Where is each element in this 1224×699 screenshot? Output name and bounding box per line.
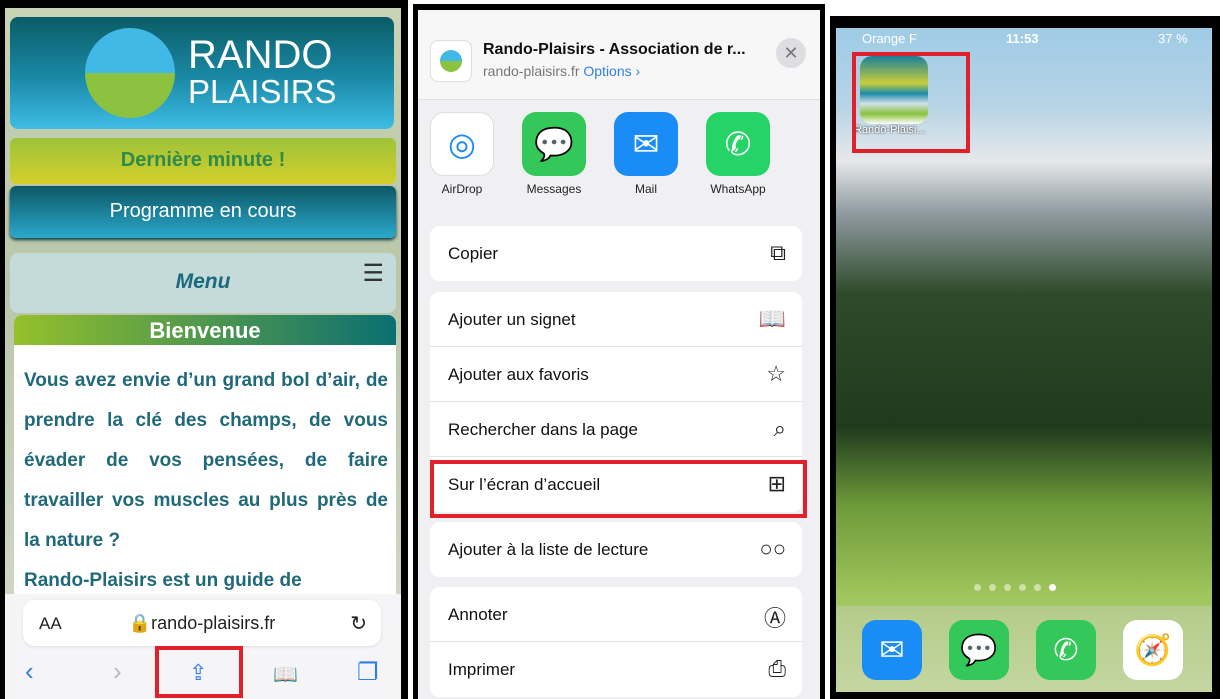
site-icon	[430, 40, 472, 82]
phone-app-icon[interactable]: ✆	[1036, 620, 1096, 680]
menu-item-icon: ⎙	[768, 656, 786, 681]
share-title: Rando-Plaisirs - Association de r...	[483, 41, 746, 58]
welcome-title: Bienvenue	[14, 315, 396, 345]
close-icon[interactable]: ✕	[776, 38, 806, 68]
group-reading: Ajouter à la liste de lecture ○○	[430, 522, 802, 577]
menu-item[interactable]: Ajouter à la liste de lecture ○○	[430, 522, 802, 577]
welcome-text: Vous avez envie d’un grand bol d’air, de…	[24, 370, 388, 551]
share-header: Rando-Plaisirs - Association de r... ran…	[418, 10, 820, 100]
tabs-icon[interactable]: ❐	[357, 658, 379, 687]
safari-app-icon[interactable]: 🧭	[1123, 620, 1183, 680]
page-dot[interactable]	[974, 584, 981, 591]
menu-item-icon: ☆	[766, 361, 786, 386]
carrier-label: Orange F	[862, 31, 917, 46]
mail-icon: ✉	[614, 112, 678, 176]
menu-item[interactable]: Rechercher dans la page ⌕	[430, 402, 802, 457]
reload-icon[interactable]: ↻	[350, 611, 367, 636]
share-app-messages[interactable]: 💬 Messages	[522, 112, 586, 196]
address-bar[interactable]: AA 🔒rando-plaisirs.fr ↻	[23, 600, 381, 646]
share-highlight	[155, 646, 243, 698]
page-dots[interactable]	[974, 584, 1056, 591]
share-domain: rando-plaisirs.fr	[483, 63, 580, 79]
group-copy: Copier ⧉	[430, 226, 802, 281]
site-logo[interactable]: RANDO PLAISIRS	[10, 17, 394, 129]
logo-subtext: PLAISIRS	[188, 73, 337, 110]
menu-item-label: Imprimer	[448, 660, 516, 679]
page-dot[interactable]	[1004, 584, 1011, 591]
page-dot[interactable]	[1034, 584, 1041, 591]
messages-icon: 💬	[522, 112, 586, 176]
messages-app-icon[interactable]: 💬	[949, 620, 1009, 680]
mountain-logo-icon	[85, 28, 175, 118]
logo-text: RANDO	[188, 33, 333, 77]
menu-item-label: Ajouter un signet	[448, 310, 576, 329]
welcome-text-cut: Rando-Plaisirs est un guide de	[24, 570, 302, 591]
options-link[interactable]: Options ›	[583, 63, 640, 79]
share-app-mail[interactable]: ✉ Mail	[614, 112, 678, 196]
menu-item-label: Ajouter aux favoris	[448, 365, 589, 384]
url-text[interactable]: 🔒rando-plaisirs.fr	[23, 613, 381, 634]
menu-item-label: Copier	[448, 244, 499, 263]
airdrop-icon: ◎	[430, 112, 494, 176]
app-icon-highlight	[852, 52, 970, 153]
page-dot[interactable]	[1049, 584, 1056, 591]
menu-item-label: Annoter	[448, 605, 508, 624]
mail-app-icon[interactable]: ✉	[862, 620, 922, 680]
menu-bar[interactable]: Menu ☰	[10, 253, 396, 313]
menu-item-label: Rechercher dans la page	[448, 420, 638, 439]
share-app-airdrop[interactable]: ◎ AirDrop	[430, 112, 494, 196]
menu-item[interactable]: Imprimer ⎙	[430, 642, 802, 697]
menu-label: Menu	[175, 270, 231, 293]
safari-screenshot: RANDO PLAISIRS Dernière minute ! Program…	[0, 0, 408, 699]
home-screen-highlight	[430, 460, 807, 518]
bookmarks-icon[interactable]: 📖	[273, 662, 298, 687]
back-icon[interactable]: ‹	[25, 656, 34, 687]
menu-item[interactable]: Annoter Ⓐ	[430, 587, 802, 642]
menu-item-icon: ⌕	[773, 416, 786, 441]
menu-item-icon: 📖	[758, 306, 786, 331]
page-dot[interactable]	[989, 584, 996, 591]
last-minute-button[interactable]: Dernière minute !	[10, 138, 396, 184]
whatsapp-icon: ✆	[706, 112, 770, 176]
menu-item-icon: Ⓐ	[763, 606, 786, 631]
app-label: Mail	[634, 182, 657, 196]
share-app-whatsapp[interactable]: ✆ WhatsApp	[706, 112, 770, 196]
clock: 11:53	[1006, 31, 1039, 46]
menu-item-icon: ⧉	[770, 240, 786, 265]
menu-item[interactable]: Ajouter aux favoris ☆	[430, 347, 802, 402]
hamburger-icon[interactable]: ☰	[362, 259, 384, 288]
menu-item[interactable]: Copier ⧉	[430, 226, 802, 281]
group-markup: Annoter Ⓐ Imprimer ⎙	[430, 587, 802, 697]
menu-item[interactable]: Ajouter un signet 📖	[430, 292, 802, 347]
app-label: Messages	[526, 182, 582, 196]
menu-item-label: Ajouter à la liste de lecture	[448, 540, 649, 559]
page-dot[interactable]	[1019, 584, 1026, 591]
menu-item-icon: ○○	[759, 536, 786, 561]
app-label: AirDrop	[441, 182, 483, 196]
home-screen-screenshot: Orange F 11:53 37 % Rando-Plaisi... ✉ 💬 ✆ 🧭	[830, 16, 1220, 699]
share-sheet-screenshot: Rando-Plaisirs - Association de r... ran…	[413, 4, 825, 699]
app-label: WhatsApp	[710, 182, 766, 196]
battery-label: 37 %	[1158, 31, 1188, 46]
program-button[interactable]: Programme en cours	[10, 186, 396, 238]
forward-icon[interactable]: ›	[113, 656, 122, 687]
dock: ✉ 💬 ✆ 🧭	[836, 606, 1212, 692]
